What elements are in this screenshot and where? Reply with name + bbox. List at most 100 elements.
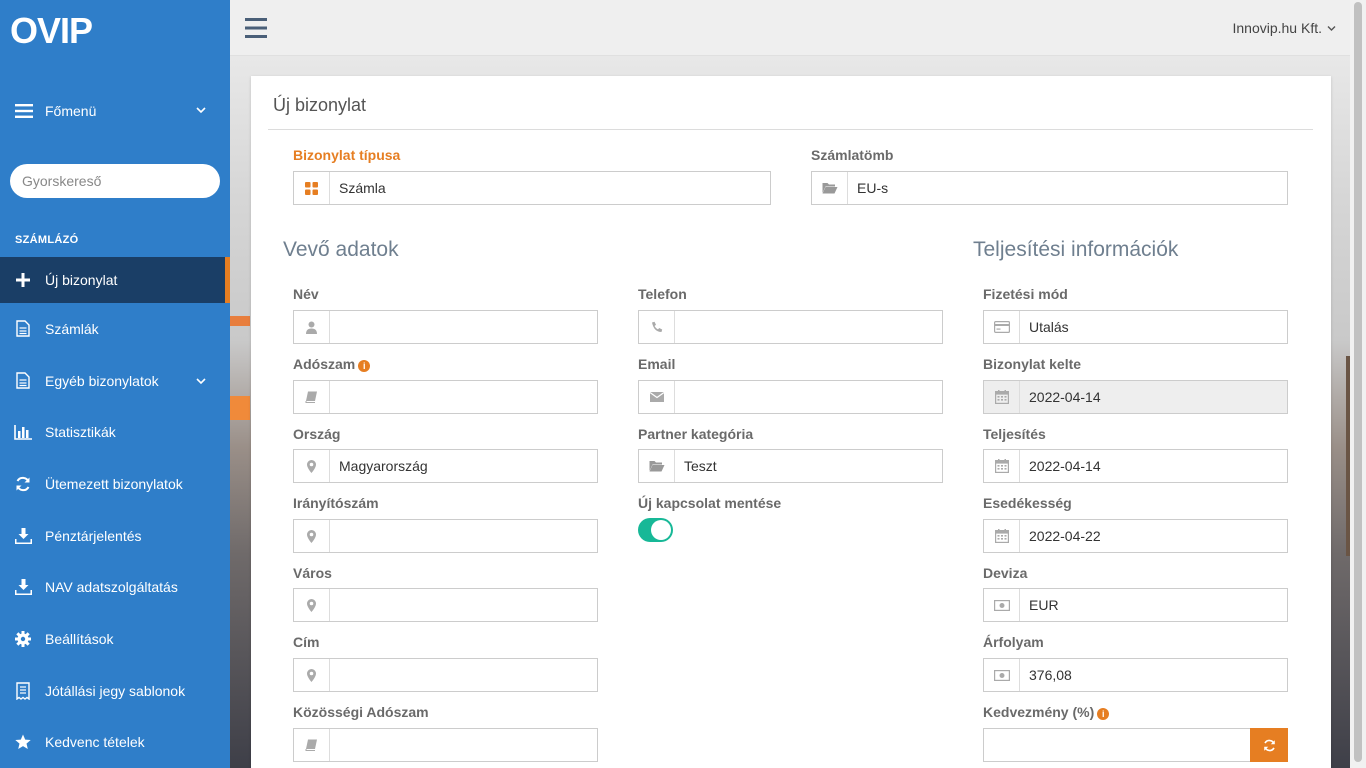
zip-value: [330, 520, 597, 552]
zip-label: Irányítószám: [293, 495, 379, 511]
calendar-icon: [984, 520, 1020, 552]
email-field[interactable]: [638, 380, 943, 414]
sidebar-item-settings[interactable]: Beállítások: [0, 613, 230, 665]
sidebar-item-new-document[interactable]: Új bizonylat: [0, 257, 230, 303]
info-icon[interactable]: i: [358, 360, 371, 372]
name-value: [330, 311, 597, 343]
folder-open-icon: [639, 450, 675, 482]
city-label: Város: [293, 565, 332, 581]
partner-category-label: Partner kategória: [638, 426, 754, 442]
document-icon: [14, 372, 32, 390]
invoice-block-select[interactable]: EU-s: [811, 171, 1288, 205]
city-field[interactable]: [293, 588, 598, 622]
quick-search-input[interactable]: [10, 164, 220, 198]
hamburger-icon[interactable]: [245, 17, 267, 39]
sidebar-item-label: Statisztikák: [45, 424, 116, 441]
fulfillment-section-title: Teljesítési információk: [973, 238, 1179, 261]
sidebar-item-label: Ütemezett bizonylatok: [45, 475, 183, 492]
sidebar-item-label: Egyéb bizonylatok: [45, 372, 159, 389]
ovip-logo[interactable]: OVIP: [10, 10, 110, 50]
document-icon: [14, 320, 32, 338]
sidebar-item-label: Új bizonylat: [45, 272, 118, 288]
company-name: Innovip.hu Kft.: [1232, 20, 1322, 36]
email-label: Email: [638, 356, 676, 372]
book-icon: [294, 381, 330, 413]
calendar-icon: [984, 450, 1020, 482]
invoice-block-label: Számlatömb: [811, 147, 894, 163]
due-date-label: Esedékesség: [983, 495, 1072, 511]
envelope-icon: [639, 381, 675, 413]
new-document-panel: Új bizonylat Bizonylat típusa Számla Szá…: [251, 76, 1331, 768]
grid-icon: [294, 172, 330, 204]
refresh-icon: [14, 475, 32, 493]
due-date-field[interactable]: 2022-04-22: [983, 519, 1288, 553]
email-value: [675, 381, 942, 413]
buyer-section-title: Vevő adatok: [283, 238, 399, 261]
name-label: Név: [293, 286, 319, 302]
receipt-icon: [14, 681, 32, 700]
money-icon: [984, 659, 1020, 691]
sidebar-item-scheduled-documents[interactable]: Ütemezett bizonylatok: [0, 458, 230, 510]
sidebar-item-invoices[interactable]: Számlák: [0, 303, 230, 355]
money-icon: [984, 589, 1020, 621]
zip-field[interactable]: [293, 519, 598, 553]
background-detail: [230, 396, 250, 420]
discount-refresh-button[interactable]: [1250, 728, 1288, 762]
phone-field[interactable]: [638, 310, 943, 344]
discount-field[interactable]: [983, 728, 1251, 762]
sidebar-item-other-documents[interactable]: Egyéb bizonylatok: [0, 355, 230, 407]
tax-number-field[interactable]: [293, 380, 598, 414]
country-field[interactable]: Magyarország: [293, 449, 598, 483]
save-contact-toggle[interactable]: [638, 518, 673, 542]
refresh-icon: [1263, 739, 1275, 751]
issue-date-label: Bizonylat kelte: [983, 356, 1082, 372]
sidebar-nav: Új bizonylat Számlák Egyéb bizonylatok S…: [0, 257, 230, 768]
scrollbar-thumb[interactable]: [1354, 2, 1362, 762]
exchange-rate-field[interactable]: 376,08: [983, 658, 1288, 692]
address-label: Cím: [293, 634, 320, 650]
chevron-down-icon: [196, 107, 206, 114]
tax-number-value: [330, 381, 597, 413]
eu-tax-number-field[interactable]: [293, 728, 598, 762]
fulfillment-date-field[interactable]: 2022-04-14: [983, 449, 1288, 483]
sidebar-item-nav-data-service[interactable]: NAV adatszolgáltatás: [0, 561, 230, 613]
page-scrollbar[interactable]: [1350, 0, 1366, 768]
exchange-rate-label: Árfolyam: [983, 634, 1044, 650]
currency-select[interactable]: EUR: [983, 588, 1288, 622]
eu-tax-number-label: Közösségi Adószam: [293, 704, 429, 720]
star-icon: [14, 733, 32, 751]
discount-label: Kedvezmény (%) i: [983, 704, 1110, 720]
sidebar-item-warranty-templates[interactable]: Jótállási jegy sablonok: [0, 665, 230, 717]
name-field[interactable]: [293, 310, 598, 344]
book-icon: [294, 729, 330, 761]
sidebar-item-label: Pénztárjelentés: [45, 527, 142, 544]
phone-value: [675, 311, 942, 343]
company-dropdown[interactable]: Innovip.hu Kft.: [1232, 20, 1336, 36]
download-icon: [14, 578, 32, 596]
currency-value: EUR: [1029, 597, 1059, 613]
plus-icon: [14, 271, 32, 289]
country-value: Magyarország: [339, 458, 428, 474]
exchange-rate-value: 376,08: [1029, 667, 1072, 683]
main-menu-toggle[interactable]: Főmenü: [0, 92, 230, 130]
due-date-value: 2022-04-22: [1029, 528, 1101, 544]
sidebar-item-favorite-items[interactable]: Kedvenc tételek: [0, 717, 230, 768]
folder-open-icon: [812, 172, 848, 204]
issue-date-value: 2022-04-14: [1029, 389, 1101, 405]
invoice-block-value: EU-s: [857, 180, 889, 196]
phone-label: Telefon: [638, 286, 687, 302]
menu-lines-icon: [15, 104, 33, 118]
doc-type-value: Számla: [339, 180, 386, 196]
map-marker-icon: [294, 520, 330, 552]
address-field[interactable]: [293, 658, 598, 692]
payment-method-select[interactable]: Utalás: [983, 310, 1288, 344]
sidebar-item-label: Számlák: [45, 320, 99, 337]
currency-label: Deviza: [983, 565, 1028, 581]
sidebar-item-statistics[interactable]: Statisztikák: [0, 406, 230, 458]
partner-category-select[interactable]: Teszt: [638, 449, 943, 483]
partner-category-value: Teszt: [684, 458, 717, 474]
map-marker-icon: [294, 450, 330, 482]
doc-type-select[interactable]: Számla: [293, 171, 771, 205]
info-icon[interactable]: i: [1097, 708, 1110, 720]
sidebar-item-cash-report[interactable]: Pénztárjelentés: [0, 510, 230, 562]
